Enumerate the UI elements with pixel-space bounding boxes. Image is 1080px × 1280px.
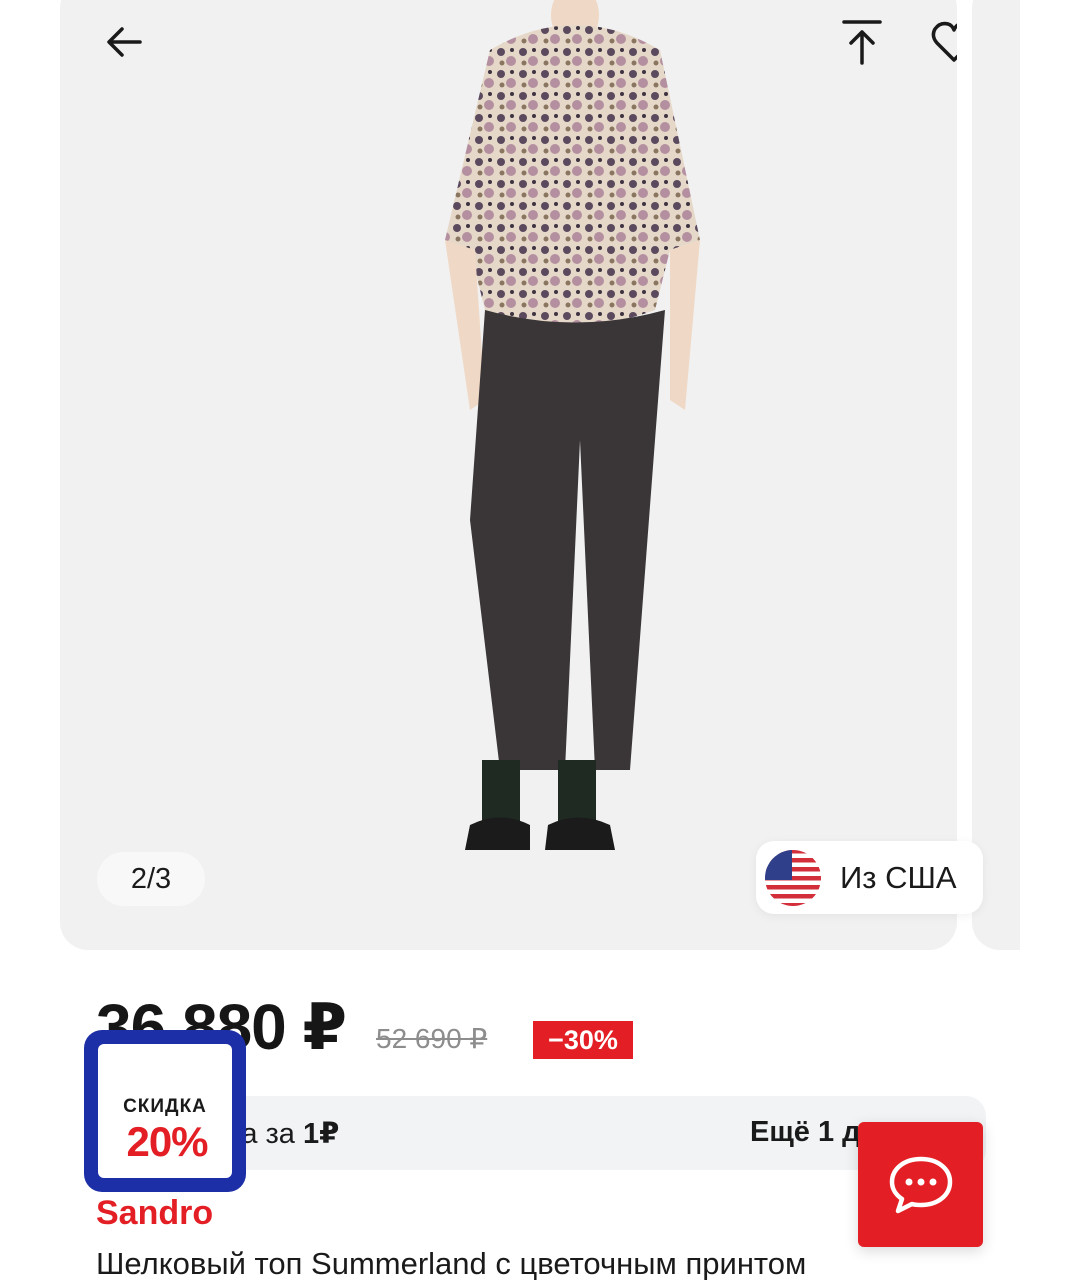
- chat-button[interactable]: [858, 1122, 983, 1247]
- arrow-left-icon: [107, 27, 142, 57]
- product-photo: [445, 0, 700, 850]
- us-flag-icon: [765, 849, 821, 906]
- image-counter: 2/3: [97, 852, 205, 906]
- favorite-button[interactable]: [922, 10, 957, 74]
- discount-sticker[interactable]: СКИДКА 20%: [84, 1030, 246, 1192]
- arrow-up-bar-icon: [842, 20, 882, 65]
- discount-sticker-card: СКИДКА 20%: [98, 1044, 232, 1178]
- product-title: Шелковый топ Summerland с цветочным прин…: [96, 1246, 807, 1280]
- origin-badge: Из США: [756, 841, 983, 914]
- back-button[interactable]: [92, 10, 156, 74]
- product-image-gallery[interactable]: [60, 0, 957, 950]
- sticker-label: СКИДКА: [123, 1096, 207, 1117]
- brand-name[interactable]: Sandro: [96, 1194, 213, 1233]
- promo-more-link[interactable]: Ещё 1 д: [750, 1116, 861, 1149]
- next-image-peek[interactable]: [972, 0, 1020, 950]
- chat-bubble-icon: [889, 1156, 952, 1213]
- old-price: 52 690 ₽: [376, 1023, 488, 1054]
- heart-outline-icon: [931, 21, 957, 62]
- share-button[interactable]: [830, 10, 894, 74]
- promo-text-bold: 1₽: [303, 1118, 340, 1150]
- sticker-value: 20%: [126, 1118, 208, 1165]
- origin-label: Из США: [840, 859, 957, 895]
- discount-badge: −30%: [533, 1021, 633, 1059]
